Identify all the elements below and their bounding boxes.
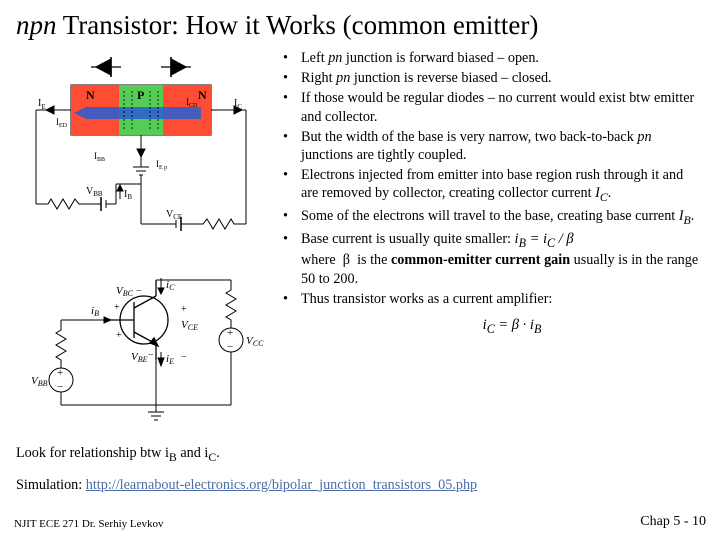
svg-text:−: −	[148, 350, 154, 361]
figure-schematic: iC VBC − + iB VBE + −	[16, 260, 266, 435]
list-item: Some of the electrons will travel to the…	[280, 207, 704, 228]
svg-text:IE: IE	[38, 98, 46, 111]
big-arrow-icon	[74, 107, 201, 119]
simulation-link[interactable]: http://learnabout-electronics.org/bipola…	[86, 477, 477, 493]
svg-text:iE: iE	[166, 353, 174, 366]
content-row: N P N	[16, 49, 704, 465]
svg-text:IE p: IE p	[156, 159, 167, 171]
list-item: Base current is usually quite smaller: i…	[280, 230, 704, 288]
svg-text:−: −	[227, 341, 233, 353]
svg-text:VBB: VBB	[31, 375, 48, 388]
svg-text:−: −	[136, 286, 142, 297]
footer-right: Chap 5 - 10	[640, 514, 706, 530]
label-IBB: IBB	[94, 151, 105, 163]
svg-text:iB: iB	[91, 305, 99, 318]
list-item: But the width of the base is very narrow…	[280, 128, 704, 164]
list-item: If those would be regular diodes – no cu…	[280, 89, 704, 125]
lookfor-caption: Look for relationship btw iB and iC.	[16, 445, 266, 465]
footer-left: NJIT ECE 271 Dr. Serhiy Levkov	[14, 518, 164, 530]
svg-text:+: +	[57, 367, 63, 379]
label-VBB: VBB	[86, 186, 103, 198]
simulation-row: Simulation: http://learnabout-electronic…	[16, 477, 704, 494]
final-equation: iC = β · iB	[280, 310, 704, 337]
list-item: Electrons injected from emitter into bas…	[280, 166, 704, 205]
svg-text:−: −	[57, 381, 63, 393]
svg-text:IB: IB	[124, 189, 132, 201]
svg-text:−: −	[181, 352, 187, 363]
svg-text:iC: iC	[166, 279, 175, 292]
svg-text:VBE: VBE	[131, 351, 148, 364]
bullet-list: Left pn junction is forward biased – ope…	[280, 49, 704, 308]
list-item: Right pn junction is reverse biased – cl…	[280, 69, 704, 87]
label-P: P	[137, 88, 144, 102]
svg-text:IED: IED	[56, 117, 68, 129]
svg-text:VCE: VCE	[181, 319, 198, 332]
list-item: Left pn junction is forward biased – ope…	[280, 49, 704, 67]
svg-text:+: +	[114, 302, 120, 313]
page-title: npn Transistor: How it Works (common emi…	[16, 10, 704, 41]
svg-text:VCC: VCC	[246, 335, 264, 348]
svg-text:+: +	[181, 304, 187, 315]
label-N-left: N	[86, 88, 95, 102]
list-item: Thus transistor works as a current ampli…	[280, 290, 704, 308]
label-VCE: VCE	[166, 209, 182, 221]
svg-text:VBC: VBC	[116, 285, 134, 298]
figure-npn-block: N P N	[16, 49, 266, 254]
figures-column: N P N	[16, 49, 266, 465]
svg-text:+: +	[116, 330, 122, 341]
svg-text:+: +	[227, 327, 233, 339]
bullet-column: Left pn junction is forward biased – ope…	[280, 49, 704, 465]
label-N-right: N	[198, 88, 207, 102]
